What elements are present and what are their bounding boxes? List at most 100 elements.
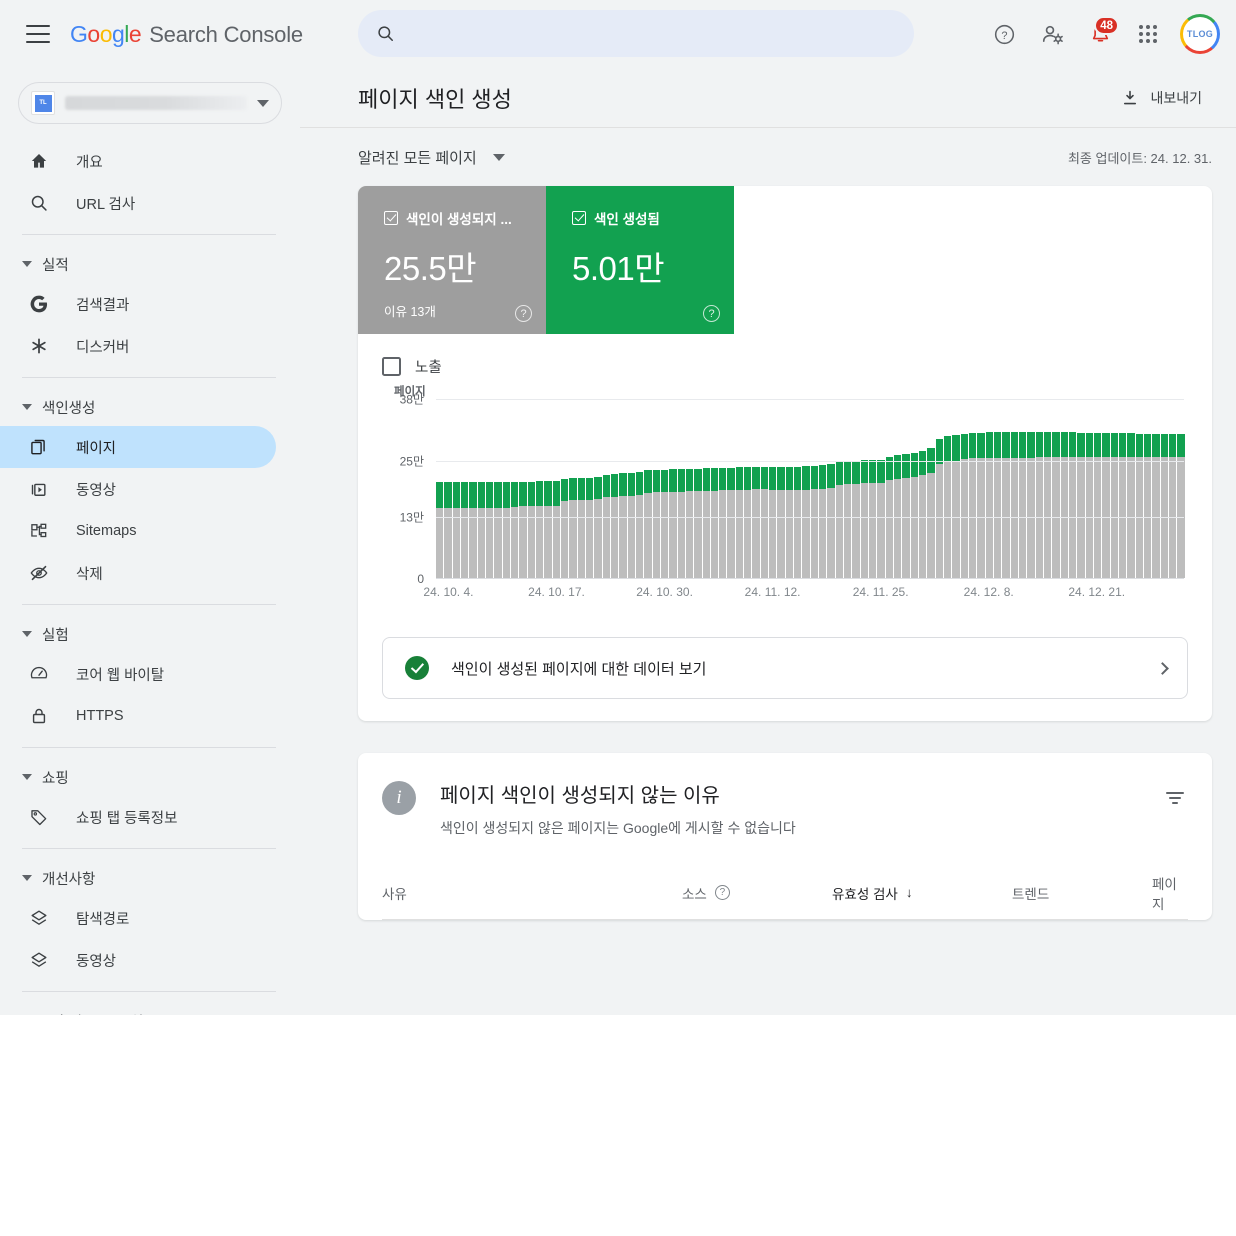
page-filter-dropdown[interactable]: 알려진 모든 페이지 <box>358 147 505 168</box>
sidebar-group-enhancements[interactable]: 개선사항 <box>0 859 300 897</box>
chart-bar[interactable] <box>503 482 510 578</box>
chart-bar[interactable] <box>1161 434 1168 578</box>
chart-bar[interactable] <box>719 468 726 578</box>
chart-bar[interactable] <box>444 482 451 578</box>
chart-bar[interactable] <box>619 473 626 578</box>
column-header-reason[interactable]: 사유 <box>382 883 682 903</box>
chart-bar[interactable] <box>486 482 493 578</box>
chart-bar[interactable] <box>678 469 685 578</box>
column-header-trend[interactable]: 트렌드 <box>1012 883 1152 903</box>
chart-bar[interactable] <box>1102 433 1109 578</box>
chart-bar[interactable] <box>1052 432 1059 578</box>
chart-bar[interactable] <box>644 470 651 578</box>
chart-bar[interactable] <box>569 478 576 578</box>
sidebar-group-indexing[interactable]: 색인생성 <box>0 388 300 426</box>
chart-bar[interactable] <box>861 460 868 578</box>
sidebar-item-breadcrumbs[interactable]: 탐색경로 <box>0 897 276 939</box>
chart-bar[interactable] <box>752 467 759 578</box>
sidebar-item-videos[interactable]: 동영상 <box>0 468 276 510</box>
checkbox-checked-icon[interactable] <box>384 211 398 225</box>
chart-bar[interactable] <box>528 482 535 578</box>
chart-bar[interactable] <box>1061 432 1068 578</box>
chart-bar[interactable] <box>553 481 560 578</box>
chart-bar[interactable] <box>744 467 751 578</box>
avatar[interactable]: TLOG <box>1180 14 1220 54</box>
chart-bar[interactable] <box>519 482 526 578</box>
chart-bar[interactable] <box>1019 432 1026 578</box>
chart-bar[interactable] <box>811 466 818 578</box>
chart-bar[interactable] <box>703 468 710 578</box>
sidebar-item-shopping-tab-listings[interactable]: 쇼핑 탭 등록정보 <box>0 796 276 838</box>
chart-bar[interactable] <box>761 467 768 578</box>
filter-icon[interactable] <box>1162 785 1188 811</box>
chart-bar[interactable] <box>436 482 443 578</box>
chart-bar[interactable] <box>586 478 593 578</box>
chart-bar[interactable] <box>694 469 701 578</box>
chart-bar[interactable] <box>1136 434 1143 578</box>
sidebar-item-pages[interactable]: 페이지 <box>0 426 276 468</box>
search-box[interactable] <box>358 10 914 57</box>
chart-bar[interactable] <box>1094 433 1101 578</box>
chart-bar[interactable] <box>1177 434 1184 578</box>
menu-icon[interactable] <box>26 25 50 43</box>
chart-bar[interactable] <box>628 473 635 578</box>
sidebar-group-experiments[interactable]: 실험 <box>0 615 300 653</box>
chart-bar[interactable] <box>478 482 485 578</box>
chart-bar[interactable] <box>836 462 843 578</box>
chart-bar[interactable] <box>794 467 801 578</box>
chart-bar[interactable] <box>1144 434 1151 578</box>
chart-bar[interactable] <box>653 470 660 578</box>
chart-bar[interactable] <box>1152 434 1159 578</box>
sidebar-group-performance[interactable]: 실적 <box>0 245 300 283</box>
chart-bar[interactable] <box>1077 433 1084 578</box>
help-icon[interactable]: ? <box>703 305 720 322</box>
chart-bar[interactable] <box>611 474 618 578</box>
export-button[interactable]: 내보내기 <box>1111 80 1212 116</box>
chart-bar[interactable] <box>1027 432 1034 578</box>
chart-bar[interactable] <box>494 482 501 578</box>
chart-bar[interactable] <box>511 482 518 578</box>
chart-bar[interactable] <box>603 475 610 578</box>
help-icon[interactable]: ? <box>715 885 730 900</box>
chart-bar[interactable] <box>902 454 909 578</box>
metric-not-indexed[interactable]: 색인이 생성되지 ... 25.5만 이유 13개 ? <box>358 186 546 334</box>
sidebar-item-removals[interactable]: 삭제 <box>0 552 276 594</box>
chart-bar[interactable] <box>686 469 693 578</box>
chart-bar[interactable] <box>869 460 876 578</box>
chart-bar[interactable] <box>594 477 601 578</box>
chart-bar[interactable] <box>969 433 976 578</box>
chart-bar[interactable] <box>786 467 793 578</box>
sidebar-item-discover[interactable]: 디스커버 <box>0 325 276 367</box>
chart-bar[interactable] <box>727 468 734 578</box>
chart-bar[interactable] <box>944 436 951 578</box>
chart-bar[interactable] <box>986 432 993 578</box>
chart-bar[interactable] <box>544 481 551 578</box>
account-settings-icon[interactable] <box>1030 12 1074 56</box>
chart-bar[interactable] <box>669 469 676 578</box>
metric-indexed[interactable]: 색인 생성됨 5.01만 ? <box>546 186 734 334</box>
chart-bar[interactable] <box>827 464 834 578</box>
sidebar-item-https[interactable]: HTTPS <box>0 695 276 737</box>
sidebar-item-core-web-vitals[interactable]: 코어 웹 바이탈 <box>0 653 276 695</box>
impressions-checkbox[interactable] <box>382 357 401 376</box>
sidebar-group-shopping[interactable]: 쇼핑 <box>0 758 300 796</box>
chart-bar[interactable] <box>927 448 934 578</box>
chart-bar[interactable] <box>1169 434 1176 578</box>
chart-bar[interactable] <box>1119 433 1126 578</box>
chart-bar[interactable] <box>919 451 926 578</box>
sidebar-item-overview[interactable]: 개요 <box>0 140 276 182</box>
checkbox-checked-icon[interactable] <box>572 211 586 225</box>
chart-bar[interactable] <box>661 470 668 578</box>
chart-bar[interactable] <box>561 479 568 578</box>
notifications-icon[interactable]: 48 <box>1078 12 1122 56</box>
apps-grid-icon[interactable] <box>1126 12 1170 56</box>
sidebar-group-security-manual-actions[interactable]: 보안 및 수동 조치 <box>0 1002 300 1015</box>
chart-bar[interactable] <box>1069 432 1076 578</box>
chart-bar[interactable] <box>711 468 718 578</box>
help-icon[interactable]: ? <box>982 12 1026 56</box>
chart-bar[interactable] <box>844 461 851 578</box>
search-input[interactable] <box>409 25 896 42</box>
chart-bar[interactable] <box>1002 432 1009 578</box>
chart-bar[interactable] <box>952 435 959 578</box>
chart-bar[interactable] <box>453 482 460 578</box>
